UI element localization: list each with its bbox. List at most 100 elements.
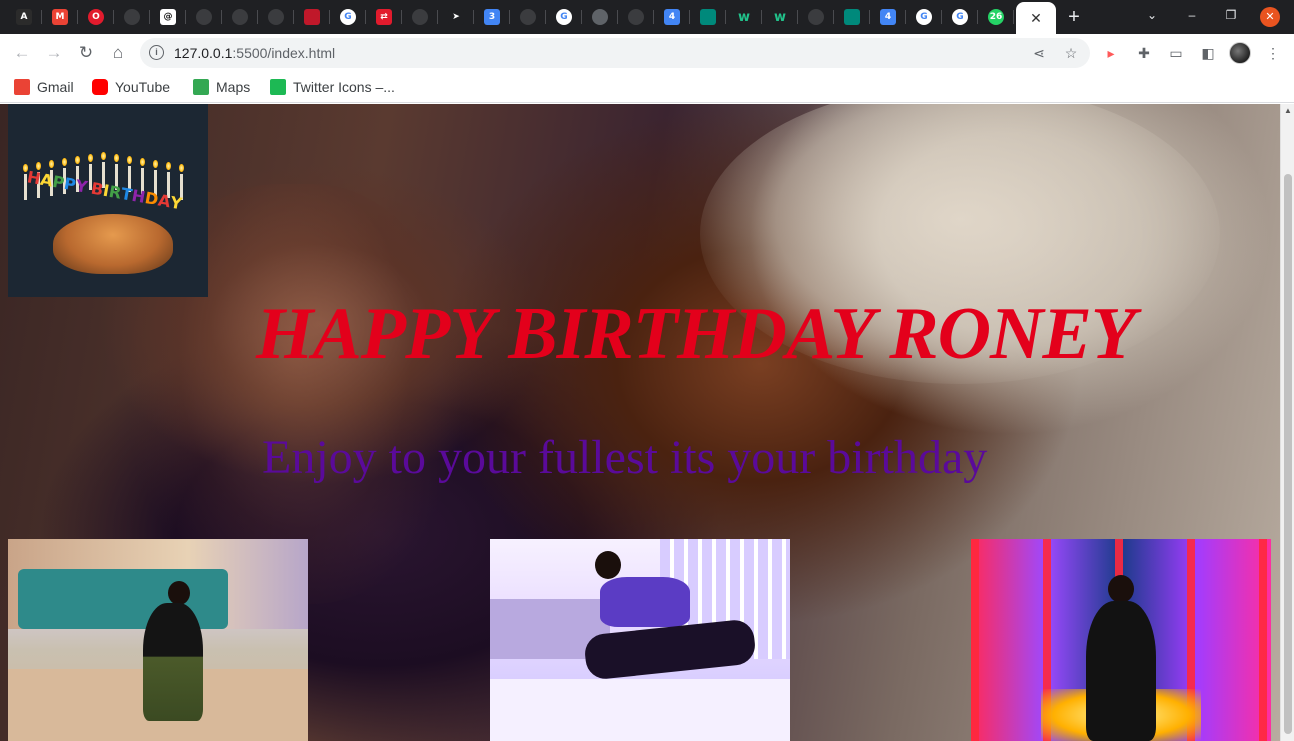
tab[interactable] xyxy=(690,3,726,31)
gmail-icon: M xyxy=(52,9,68,25)
maps-icon xyxy=(193,79,209,95)
tab[interactable]: G xyxy=(330,3,366,31)
tab[interactable]: 4 xyxy=(870,3,906,31)
address-bar[interactable]: i 127.0.0.1:5500/index.html ⋖ ☆ xyxy=(140,38,1090,68)
ruby-icon xyxy=(304,9,320,25)
bookmark-label: Twitter Icons –... xyxy=(293,79,395,95)
whatsapp-icon: 26 xyxy=(988,9,1004,25)
person-head xyxy=(1108,575,1134,603)
arrow-icon: ➤ xyxy=(448,9,464,25)
home-icon[interactable]: ⌂ xyxy=(107,42,129,64)
tab[interactable]: 26 xyxy=(978,3,1014,31)
bookmark-youtube[interactable]: YouTube xyxy=(92,77,170,97)
meet-icon xyxy=(700,9,716,25)
tab[interactable]: A xyxy=(6,3,42,31)
bookmark-label: Maps xyxy=(216,79,251,95)
tab[interactable]: G xyxy=(906,3,942,31)
tab[interactable]: G xyxy=(942,3,978,31)
tab[interactable]: ➤ xyxy=(438,3,474,31)
tab[interactable]: M xyxy=(42,3,78,31)
share-icon[interactable]: ⋖ xyxy=(1030,44,1048,62)
extension-icon[interactable]: ▸ xyxy=(1102,44,1120,62)
tab[interactable]: O xyxy=(78,3,114,31)
page-headline: HAPPY BIRTHDAY RONEY xyxy=(256,293,1136,375)
bookmark-star-icon[interactable]: ☆ xyxy=(1062,44,1080,62)
globe-icon xyxy=(520,9,536,25)
page-scrollbar[interactable]: ▲ xyxy=(1280,104,1294,741)
page-subline: Enjoy to your fullest its your birthday xyxy=(262,431,988,484)
restore-icon[interactable]: ❐ xyxy=(1221,8,1241,22)
tab[interactable] xyxy=(582,3,618,31)
youtube-icon xyxy=(92,79,108,95)
cake-body xyxy=(53,214,173,274)
red-app-icon: ⇄ xyxy=(376,9,392,25)
tab[interactable] xyxy=(186,3,222,31)
google-icon: G xyxy=(340,9,356,25)
person-head xyxy=(595,551,621,579)
tab-search-icon[interactable]: ⌄ xyxy=(1142,8,1162,22)
tab[interactable] xyxy=(798,3,834,31)
github-icon xyxy=(268,9,284,25)
bookmark-gmail[interactable]: Gmail xyxy=(14,77,74,97)
tab[interactable]: @ xyxy=(150,3,186,31)
url-text[interactable]: 127.0.0.1:5500/index.html xyxy=(174,45,335,61)
bookmark-label: Gmail xyxy=(37,79,74,95)
url-host: 127.0.0.1 xyxy=(174,45,233,61)
calendar-icon: 3 xyxy=(484,9,500,25)
google-icon: G xyxy=(556,9,572,25)
person-figure xyxy=(143,603,203,721)
address-toolbar: ← → ↻ ⌂ i 127.0.0.1:5500/index.html ⋖ ☆ … xyxy=(0,34,1294,72)
tab[interactable] xyxy=(114,3,150,31)
google-icon: G xyxy=(952,9,968,25)
minimize-icon[interactable]: – xyxy=(1182,8,1202,22)
w-icon: w xyxy=(772,9,788,25)
tab[interactable] xyxy=(834,3,870,31)
profile-avatar[interactable] xyxy=(1229,42,1251,64)
tab[interactable]: w xyxy=(762,3,798,31)
photo-street xyxy=(8,539,308,741)
tab[interactable] xyxy=(510,3,546,31)
scroll-thumb[interactable] xyxy=(1284,174,1292,734)
bookmark-maps[interactable]: Maps xyxy=(193,77,250,97)
extensions-puzzle-icon[interactable]: ✚ xyxy=(1135,44,1153,62)
tab[interactable] xyxy=(258,3,294,31)
side-panel-icon[interactable]: ◧ xyxy=(1199,44,1217,62)
tab[interactable] xyxy=(618,3,654,31)
tab-strip: A M O @ G ⇄ ➤ 3 G 4 w w 4 G G 26 ✕ + ⌄ – ❐ ✕ xyxy=(0,0,1294,34)
bookmark-twitter-icons[interactable]: Twitter Icons –... xyxy=(270,77,395,97)
person-head xyxy=(168,581,190,605)
bookmarks-bar: Gmail YouTube Maps Twitter Icons –... xyxy=(0,72,1294,103)
chatgpt-icon: @ xyxy=(160,9,176,25)
forward-icon[interactable]: → xyxy=(43,42,65,64)
angular-icon: A xyxy=(16,9,32,25)
gmail-icon xyxy=(14,79,30,95)
tab[interactable]: 4 xyxy=(654,3,690,31)
bookmark-label: YouTube xyxy=(115,79,171,95)
tab[interactable] xyxy=(222,3,258,31)
url-path: :5500/index.html xyxy=(232,45,336,61)
back-icon[interactable]: ← xyxy=(11,42,33,64)
person-shirt xyxy=(600,577,690,627)
tab-active[interactable]: ✕ xyxy=(1016,2,1056,34)
close-tab-icon[interactable]: ✕ xyxy=(1030,10,1042,27)
birthday-cake-image: HAPPY BIRTHDAY xyxy=(8,104,208,297)
tab[interactable]: w xyxy=(726,3,762,31)
globe-icon xyxy=(412,9,428,25)
calendar-icon: 4 xyxy=(664,9,680,25)
calendar-icon: 4 xyxy=(880,9,896,25)
tab[interactable]: 3 xyxy=(474,3,510,31)
tab[interactable] xyxy=(294,3,330,31)
scroll-up-icon[interactable]: ▲ xyxy=(1284,106,1292,115)
tab[interactable] xyxy=(402,3,438,31)
tab[interactable]: G xyxy=(546,3,582,31)
twitter-icons-icon xyxy=(270,79,286,95)
photo-sitting xyxy=(490,539,790,741)
close-window-icon[interactable]: ✕ xyxy=(1260,7,1280,27)
reload-icon[interactable]: ↻ xyxy=(75,42,97,64)
site-info-icon[interactable]: i xyxy=(149,45,164,60)
photo-cinema xyxy=(971,539,1271,741)
new-tab-button[interactable]: + xyxy=(1063,6,1085,28)
tab[interactable]: ⇄ xyxy=(366,3,402,31)
menu-kebab-icon[interactable]: ⋮ xyxy=(1264,44,1282,62)
cast-icon[interactable]: ▭ xyxy=(1167,44,1185,62)
